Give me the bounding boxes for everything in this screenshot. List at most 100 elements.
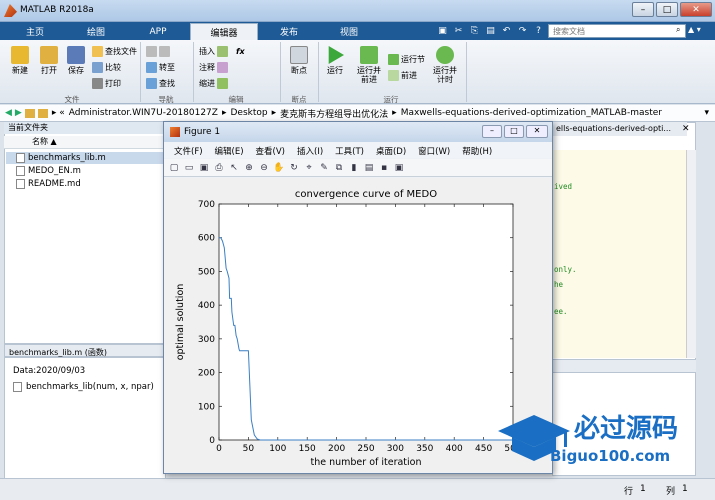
menu-window[interactable]: 窗口(W) — [418, 145, 450, 158]
details-header[interactable]: benchmarks_lib.m (函数) — [4, 344, 166, 357]
breakpoints-button[interactable]: 断点 — [284, 46, 314, 75]
run-and-advance-button[interactable]: 运行并 前进 — [352, 46, 386, 84]
open-button[interactable]: 打开 — [36, 46, 62, 75]
tab-apps[interactable]: APP — [128, 23, 188, 40]
md-file-icon — [16, 179, 25, 189]
figure-close-button[interactable]: ✕ — [526, 125, 548, 138]
tab-plots[interactable]: 绘图 — [66, 23, 126, 40]
goto-button[interactable]: 转至 — [146, 61, 175, 74]
menu-view[interactable]: 查看(V) — [256, 145, 285, 158]
zoom-out-icon[interactable]: ⊖ — [258, 162, 270, 174]
menu-help[interactable]: 帮助(H) — [462, 145, 492, 158]
collapse-ribbon-icon[interactable]: ▲ ▾ — [688, 25, 710, 37]
figure-minimize-button[interactable]: – — [482, 125, 502, 138]
menu-file[interactable]: 文件(F) — [174, 145, 203, 158]
close-button[interactable]: ✕ — [680, 2, 712, 17]
figure-maximize-button[interactable]: □ — [504, 125, 524, 138]
search-input[interactable]: 搜索文档 — [548, 24, 686, 38]
address-bar[interactable]: ◀ ▶ ▸ « Administrator.WIN7U-20180127Z ▸ … — [0, 105, 715, 122]
new-button[interactable]: 新建 — [6, 46, 34, 75]
paste-icon[interactable]: ▤ — [484, 24, 497, 38]
file-row[interactable]: benchmarks_lib.m — [6, 152, 164, 164]
forward-arrow-icon — [159, 46, 170, 57]
print-button[interactable]: 打印 — [92, 77, 121, 90]
save-figure-icon[interactable]: ▣ — [198, 162, 210, 174]
run-icon — [328, 46, 344, 64]
back-icon[interactable]: ◀ — [5, 108, 12, 118]
pointer-icon[interactable]: ↖ — [228, 162, 240, 174]
comment-icon — [217, 62, 228, 73]
advance-button[interactable]: 前进 — [388, 69, 417, 82]
find-files-button[interactable]: 查找文件 — [92, 45, 137, 58]
editor-text-area[interactable]: ived only. he ee. — [552, 150, 687, 358]
maximize-button[interactable]: □ — [656, 2, 678, 17]
search-icon[interactable]: ⌕ — [676, 25, 686, 36]
group-label-edit: 编辑 — [228, 95, 244, 104]
zoom-in-icon[interactable]: ⊕ — [243, 162, 255, 174]
watermark-en: Biguo100.com — [550, 447, 670, 465]
figure-title-bar[interactable]: Figure 1 – □ ✕ — [164, 122, 552, 142]
new-figure-icon[interactable]: ▢ — [168, 162, 180, 174]
m-file-icon — [16, 153, 25, 163]
show-plot-tools-icon[interactable]: ▣ — [393, 162, 405, 174]
colorbar-icon[interactable]: ▮ — [348, 162, 360, 174]
path-segment[interactable]: Desktop — [230, 108, 267, 118]
y-tick-label: 700 — [198, 200, 215, 210]
editor-close-icon[interactable]: ✕ — [682, 124, 690, 134]
rotate-icon[interactable]: ↻ — [288, 162, 300, 174]
run-and-time-button[interactable]: 运行并 计时 — [428, 46, 462, 84]
copy-icon[interactable]: ⎘ — [468, 24, 481, 38]
data-cursor-icon[interactable]: ⌖ — [303, 162, 315, 174]
help-icon[interactable]: ? — [532, 24, 545, 38]
app-title: MATLAB R2018a — [20, 5, 94, 15]
path-segment[interactable]: 麦克斯韦方程组导出优化法 — [280, 107, 388, 120]
fx-button[interactable]: fx — [236, 45, 245, 58]
figure-toolbar: ▢ ▭ ▣ ⎙ ↖ ⊕ ⊖ ✋ ↻ ⌖ ✎ ⧉ ▮ ▤ ▪ ▣ — [164, 159, 552, 177]
tab-editor[interactable]: 编辑器 — [190, 23, 258, 40]
legend-icon[interactable]: ▤ — [363, 162, 375, 174]
up-folder-icon[interactable] — [24, 108, 35, 118]
undo-icon[interactable]: ↶ — [500, 24, 513, 38]
menu-desktop[interactable]: 桌面(D) — [376, 145, 406, 158]
path-segment[interactable]: Maxwells-equations-derived-optimization_… — [401, 108, 662, 118]
editor-file-tab[interactable]: ells-equations-derived-opti... — [552, 122, 687, 136]
redo-icon[interactable]: ↷ — [516, 24, 529, 38]
hide-plot-tools-icon[interactable]: ▪ — [378, 162, 390, 174]
file-row[interactable]: MEDO_EN.m — [6, 165, 164, 177]
status-bar: 行 1 列 1 — [0, 478, 715, 500]
save-icon[interactable]: ▣ — [436, 24, 449, 38]
run-section-button[interactable]: 运行节 — [388, 53, 425, 66]
print-figure-icon[interactable]: ⎙ — [213, 162, 225, 174]
cut-icon[interactable]: ✂ — [452, 24, 465, 38]
insert-button[interactable]: 插入 — [199, 45, 228, 58]
indent-button[interactable]: 缩进 — [199, 77, 228, 90]
group-label-breakpoints: 断点 — [291, 95, 307, 104]
menu-tools[interactable]: 工具(T) — [335, 145, 364, 158]
pan-icon[interactable]: ✋ — [273, 162, 285, 174]
forward-icon[interactable]: ▶ — [15, 108, 22, 118]
file-row[interactable]: README.md — [6, 178, 164, 190]
comment-button[interactable]: 注释 — [199, 61, 228, 74]
minimize-button[interactable]: – — [632, 2, 654, 17]
name-column-header[interactable]: 名称 ▲ — [4, 136, 166, 149]
open-file-icon[interactable]: ▭ — [183, 162, 195, 174]
tab-publish[interactable]: 发布 — [260, 23, 318, 40]
new-icon — [11, 46, 29, 64]
menu-edit[interactable]: 编辑(E) — [215, 145, 244, 158]
details-panel: Data:2020/09/03 benchmarks_lib(num, x, n… — [4, 357, 166, 487]
brush-icon[interactable]: ✎ — [318, 162, 330, 174]
menu-insert[interactable]: 插入(I) — [297, 145, 323, 158]
run-button[interactable]: 运行 — [322, 46, 348, 75]
editor-scrollbar[interactable] — [686, 150, 696, 358]
compare-button[interactable]: 比较 — [92, 61, 121, 74]
path-segment[interactable]: Administrator.WIN7U-20180127Z — [69, 108, 218, 118]
back-button[interactable] — [146, 45, 170, 58]
tab-view[interactable]: 视图 — [320, 23, 378, 40]
tab-home[interactable]: 主页 — [6, 23, 64, 40]
find-button[interactable]: 查找 — [146, 77, 175, 90]
browse-folder-icon[interactable] — [37, 108, 48, 118]
link-plot-icon[interactable]: ⧉ — [333, 162, 345, 174]
address-dropdown-icon[interactable]: ▾ — [704, 108, 709, 118]
save-file-button[interactable]: 保存 — [64, 46, 88, 75]
x-tick-label: 200 — [328, 444, 345, 454]
